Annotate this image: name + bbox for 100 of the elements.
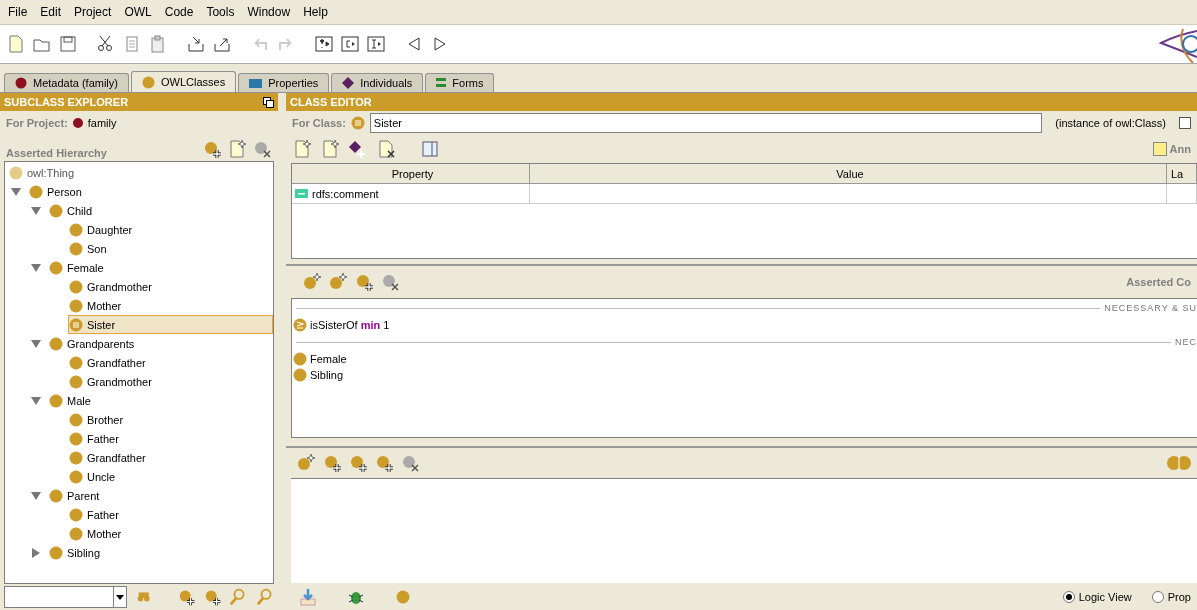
expanded-arrow-icon[interactable] [30, 261, 42, 274]
diamond-icon [342, 77, 355, 89]
tree-item[interactable]: Daughter [68, 220, 138, 239]
add-annotation-icon[interactable] [292, 139, 312, 159]
tab[interactable]: OWLClasses [131, 71, 237, 92]
search-combo-box[interactable] [4, 586, 128, 608]
tree-item[interactable]: owl:Thing [8, 163, 80, 182]
radio-icon [1151, 590, 1164, 603]
download-icon[interactable] [298, 586, 318, 607]
expanded-arrow-icon[interactable] [30, 204, 42, 217]
expanded-arrow-icon[interactable] [10, 185, 22, 198]
tree-item[interactable]: Brother [68, 410, 129, 429]
expanded-arrow-icon[interactable] [30, 394, 42, 407]
condition-text[interactable]: Sibling [310, 369, 344, 381]
project-name: family [87, 117, 117, 129]
expanded-arrow-icon[interactable] [30, 489, 42, 502]
class-icon [69, 298, 83, 313]
instance-of-text: (instance of owl:Class) [1055, 117, 1166, 129]
class-icon [69, 355, 83, 370]
query-icon[interactable] [314, 34, 334, 54]
tree-item[interactable]: Parent [48, 486, 105, 505]
menu-item[interactable]: Project [70, 5, 121, 19]
tree-item[interactable]: Son [68, 239, 112, 258]
window-icon[interactable] [263, 96, 274, 108]
tree-item[interactable]: Grandmother [68, 372, 157, 391]
class-run-icon[interactable] [340, 34, 360, 54]
expanded-arrow-icon[interactable] [30, 337, 42, 350]
add-class-icon[interactable] [322, 453, 342, 473]
add-class-icon[interactable] [354, 272, 374, 292]
class-icon [69, 507, 83, 522]
tree-item[interactable]: Mother [68, 296, 127, 315]
section-label: NEC [1175, 337, 1197, 347]
checkbox[interactable] [1179, 117, 1191, 129]
menu-item[interactable]: Tools [202, 5, 244, 19]
tree-item[interactable]: Father [68, 429, 124, 448]
class-icon [49, 393, 63, 408]
hierarchy-label: Asserted Hierarchy [6, 147, 108, 159]
tree-item[interactable]: Mother [68, 524, 127, 543]
tree-item[interactable]: Sibling [48, 543, 106, 562]
class-icon [49, 336, 63, 351]
column-header[interactable]: La [1167, 164, 1197, 184]
class-icon [49, 260, 63, 275]
tree-item[interactable]: Grandfather [68, 353, 151, 372]
tree-item[interactable]: Child [48, 201, 98, 220]
add-restriction-icon[interactable] [328, 272, 348, 292]
tree-item[interactable]: Father [68, 505, 124, 524]
class-icon [69, 412, 83, 427]
class-name-field[interactable]: Sister [369, 113, 1043, 133]
column-header[interactable]: Property [292, 164, 530, 184]
class-icon [69, 222, 83, 237]
delete-class-icon[interactable] [252, 139, 272, 159]
add-union-icon[interactable] [302, 272, 322, 292]
add-subclass-icon[interactable] [202, 139, 222, 159]
table-cell [1167, 184, 1197, 204]
class-icon [69, 374, 83, 389]
panel-title: CLASS EDITOR [290, 96, 372, 108]
tab[interactable]: Properties [238, 73, 330, 92]
instance-run-icon[interactable] [366, 34, 386, 54]
menu-item[interactable]: OWL [120, 5, 161, 19]
class-icon [49, 203, 63, 218]
property-icon [295, 189, 308, 198]
panel-icon[interactable] [420, 139, 440, 159]
view-radio[interactable]: Logic View [1062, 590, 1132, 603]
tree-item[interactable]: Grandparents [48, 334, 140, 353]
tree-item[interactable]: Sister [68, 315, 273, 334]
menu-item[interactable]: Window [243, 5, 300, 19]
class-icon [69, 431, 83, 446]
tree-item[interactable]: Female [48, 258, 109, 277]
menu-item[interactable]: Edit [36, 5, 71, 19]
add-union-icon[interactable] [296, 453, 316, 473]
tab[interactable]: Individuals [331, 73, 424, 92]
add-superclass-icon[interactable] [348, 453, 368, 473]
condition-text[interactable]: isSisterOf min 1 [310, 319, 390, 331]
menu-item[interactable]: Code [160, 5, 203, 19]
class-icon [293, 368, 307, 382]
add-individual-icon[interactable] [348, 139, 368, 159]
class-icon [69, 450, 83, 465]
add-document-icon[interactable] [320, 139, 340, 159]
tab[interactable]: Metadata (family) [4, 73, 129, 92]
remove-class-icon[interactable] [380, 272, 400, 292]
add-sibling-icon[interactable] [227, 139, 247, 159]
menu-item[interactable]: File [4, 5, 37, 19]
remove-class-icon[interactable] [400, 453, 420, 473]
disjoint-icon [1167, 456, 1191, 470]
panel-title: SUBCLASS EXPLORER [4, 96, 129, 108]
tree-item[interactable]: Grandfather [68, 448, 151, 467]
view-radio[interactable]: Prop [1151, 590, 1191, 603]
column-header[interactable]: Value [530, 164, 1167, 184]
tab[interactable]: Forms [425, 73, 495, 92]
collapsed-arrow-icon[interactable] [30, 546, 42, 559]
import-icon[interactable] [186, 34, 206, 54]
tree-item[interactable]: Uncle [68, 467, 121, 486]
save-icon[interactable] [58, 34, 78, 54]
tree-item[interactable]: Grandmother [68, 277, 157, 296]
tree-item[interactable]: Person [28, 182, 87, 201]
menu-item[interactable]: Help [299, 5, 337, 19]
condition-text[interactable]: Female [310, 353, 347, 365]
delete-annotation-icon[interactable] [376, 139, 396, 159]
circle-icon [142, 75, 155, 89]
tree-item[interactable]: Male [48, 391, 96, 410]
